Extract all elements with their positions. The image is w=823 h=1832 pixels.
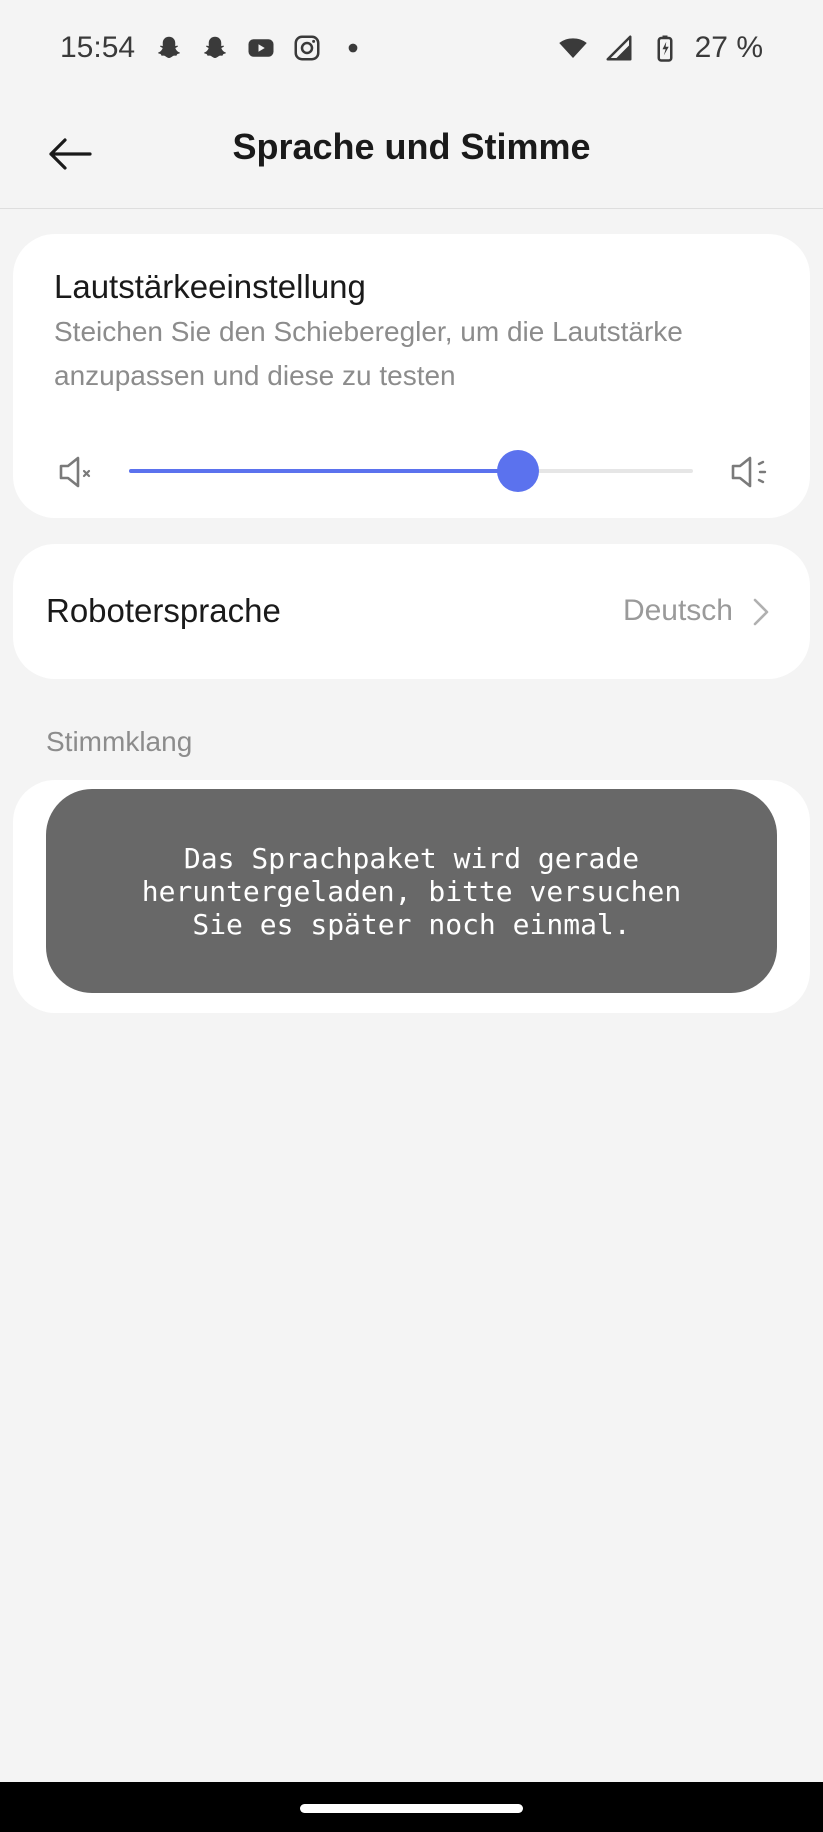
wifi-icon <box>557 32 589 64</box>
volume-settings-card: Lautstärkeeinstellung Steichen Sie den S… <box>13 234 810 518</box>
volume-row <box>13 448 810 494</box>
robot-language-value: Deutsch <box>622 594 733 627</box>
status-left: 15:54 <box>60 31 369 65</box>
home-indicator[interactable] <box>300 1804 523 1813</box>
snapchat-icon <box>153 32 185 64</box>
chevron-right-icon <box>753 598 769 626</box>
volume-mute-icon <box>59 456 91 488</box>
snapchat-icon <box>199 32 231 64</box>
dot-icon <box>337 32 369 64</box>
status-right: 27 % <box>557 31 763 65</box>
volume-title: Lautstärkeeinstellung <box>54 268 366 305</box>
volume-description: Steichen Sie den Schieberegler, um die L… <box>54 316 683 391</box>
status-bar: 15:54 27 % <box>0 0 823 96</box>
slider-fill <box>129 469 518 473</box>
toast-message: Das Sprachpaket wird gerade heruntergela… <box>46 789 777 993</box>
slider-thumb[interactable] <box>497 450 539 492</box>
status-time: 15:54 <box>60 31 136 64</box>
volume-high-icon <box>731 456 767 488</box>
signal-icon <box>603 32 635 64</box>
robot-language-row[interactable]: Robotersprache Deutsch <box>13 544 810 679</box>
app-bar: Sprache und Stimme <box>0 96 823 209</box>
volume-slider[interactable] <box>129 448 693 494</box>
voice-section-label: Stimmklang <box>46 726 193 757</box>
toast-text: Das Sprachpaket wird gerade heruntergela… <box>141 841 682 941</box>
youtube-icon <box>245 32 277 64</box>
instagram-icon <box>291 32 323 64</box>
robot-language-label: Robotersprache <box>46 592 281 629</box>
page-title: Sprache und Stimme <box>232 126 591 167</box>
battery-charging-icon <box>649 32 681 64</box>
battery-percentage: 27 % <box>694 31 763 64</box>
